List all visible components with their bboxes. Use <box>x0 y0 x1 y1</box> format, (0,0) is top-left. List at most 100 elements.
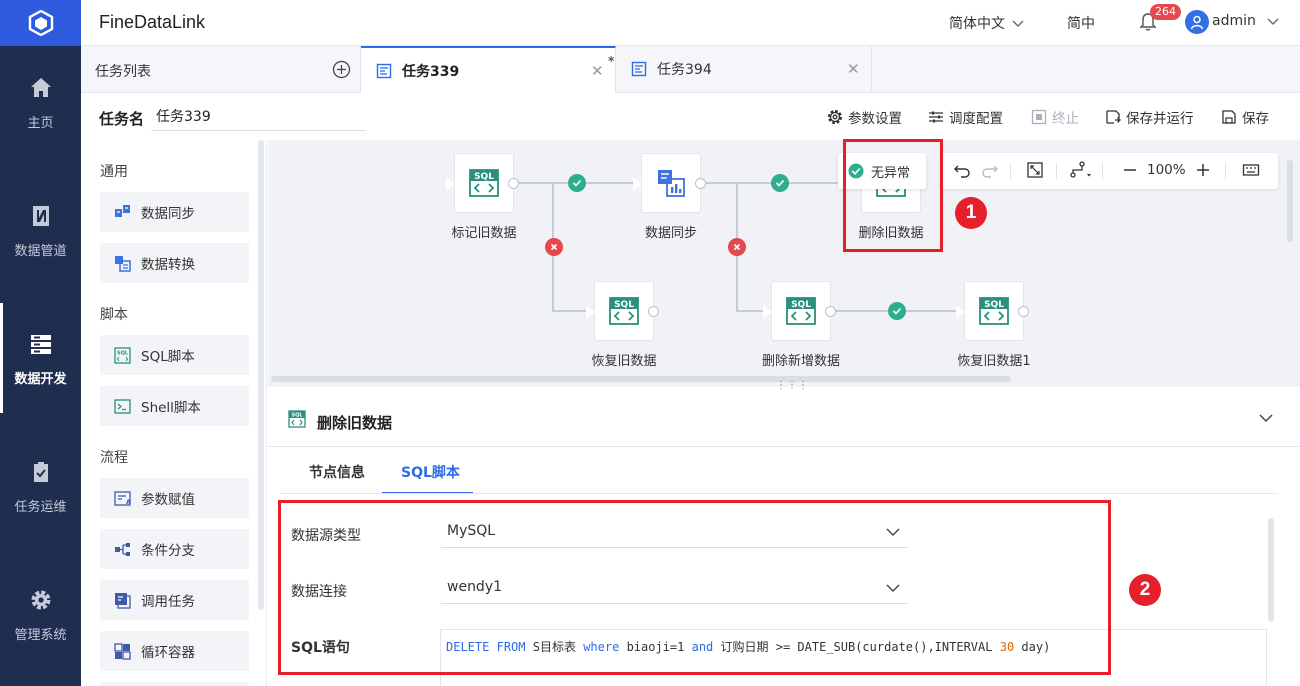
tab-task-339[interactable]: 任务339 ✕ * <box>361 46 616 93</box>
node-delete-new-data[interactable]: SQL <box>762 281 836 341</box>
param-assign-icon: A <box>113 489 131 507</box>
nav-item-ops[interactable]: 任务运维 <box>0 431 81 541</box>
output-port[interactable] <box>825 306 836 317</box>
node-data-sync[interactable] <box>632 153 706 213</box>
close-icon[interactable]: ✕ <box>847 60 860 78</box>
modified-indicator: * <box>608 54 615 68</box>
redo-icon <box>982 165 998 178</box>
palette-item-param-assign[interactable]: A 参数赋值 <box>100 478 249 518</box>
tab-sql-script[interactable]: SQL脚本 <box>382 462 473 494</box>
sql-icon: SQL <box>113 346 131 364</box>
node-restore-old-data[interactable]: SQL <box>585 281 659 341</box>
params-button[interactable]: 参数设置 <box>827 107 902 127</box>
minus-icon <box>1124 169 1136 171</box>
nav-item-pipeline[interactable]: 数据管道 <box>0 175 81 285</box>
save-run-button[interactable]: 保存并运行 <box>1105 107 1194 127</box>
redo-button[interactable] <box>981 161 999 179</box>
stop-button[interactable]: 终止 <box>1031 107 1079 127</box>
undo-button[interactable] <box>953 161 971 179</box>
palette-scrollbar[interactable] <box>258 140 264 610</box>
task-list-header: 任务列表 <box>81 46 361 92</box>
keyboard-button[interactable] <box>1242 161 1260 179</box>
toolbar-divider <box>1102 163 1103 179</box>
zoom-in-button[interactable] <box>1195 161 1211 179</box>
dev-icon <box>27 330 55 358</box>
palette-item-label: SQL脚本 <box>141 349 195 365</box>
settings-icon <box>827 109 843 125</box>
node-label: 删除新增数据 <box>761 354 840 369</box>
palette-item-data-transform[interactable]: 数据转换 <box>100 243 249 283</box>
svg-text:A: A <box>126 499 131 506</box>
resize-handle[interactable]: ⋮⋮⋮ <box>776 381 809 391</box>
nav-item-dev[interactable]: 数据开发 <box>0 303 81 413</box>
user-menu[interactable]: admin <box>1212 13 1280 29</box>
canvas-horizontal-scrollbar[interactable] <box>271 376 1011 382</box>
status-success-icon <box>568 174 586 192</box>
output-port[interactable] <box>695 178 706 189</box>
plus-icon <box>1197 164 1209 176</box>
node-mark-old-data[interactable]: SQL <box>445 153 519 213</box>
auto-layout-button[interactable] <box>1069 161 1093 179</box>
palette-item-data-sync[interactable]: 数据同步 <box>100 192 249 232</box>
user-icon <box>1190 15 1204 30</box>
toolbar-divider <box>1010 163 1011 179</box>
tab-node-info[interactable]: 节点信息 <box>309 462 365 494</box>
close-icon[interactable]: ✕ <box>591 62 604 80</box>
input-port[interactable] <box>762 305 772 319</box>
top-bar: FineDataLink 简体中文 简中 264 admin <box>81 0 1300 46</box>
palette-item-shell-script[interactable]: Shell脚本 <box>100 386 249 426</box>
input-port[interactable] <box>632 177 642 191</box>
annotation-marker-2: 2 <box>1129 574 1161 606</box>
palette-item-label: 循环容器 <box>141 645 195 661</box>
save-button[interactable]: 保存 <box>1221 107 1269 127</box>
input-port[interactable] <box>445 177 455 191</box>
fit-view-button[interactable] <box>1026 161 1044 179</box>
save-run-label: 保存并运行 <box>1126 111 1194 127</box>
canvas-vertical-scrollbar[interactable] <box>1287 160 1293 242</box>
svg-text:SQL: SQL <box>291 413 303 419</box>
logo-icon <box>28 10 53 36</box>
output-port[interactable] <box>508 178 519 189</box>
palette-item-label: 参数赋值 <box>141 492 195 508</box>
input-port[interactable] <box>955 305 965 319</box>
panel-divider <box>268 446 1300 447</box>
annotation-box-1 <box>843 139 943 252</box>
add-task-icon[interactable] <box>332 60 351 79</box>
output-port[interactable] <box>1018 306 1029 317</box>
tab-label: 任务339 <box>402 63 460 80</box>
output-port[interactable] <box>648 306 659 317</box>
palette-item-condition-branch[interactable]: 条件分支 <box>100 529 249 569</box>
tab-task-394[interactable]: 任务394 ✕ <box>616 46 872 92</box>
chevron-down-icon <box>1012 20 1024 27</box>
language-selector[interactable]: 简体中文 <box>949 13 1025 33</box>
schedule-button[interactable]: 调度配置 <box>928 107 1003 127</box>
status-fail-icon <box>545 238 563 256</box>
nav-item-admin[interactable]: 管理系统 <box>0 559 81 669</box>
palette-item-sql-script[interactable]: SQL SQL脚本 <box>100 335 249 375</box>
nav-item-home[interactable]: 主页 <box>0 47 81 157</box>
workflow-canvas[interactable]: SQL 标记旧数据 数据同步 SQL 删除旧数据 SQL 恢复旧数据 SQL 删… <box>268 140 1300 391</box>
simplified-toggle[interactable]: 简中 <box>1067 13 1095 33</box>
schedule-label: 调度配置 <box>949 111 1003 127</box>
tab-underline <box>280 493 1278 494</box>
gear-icon <box>27 586 55 614</box>
palette-item-call-task[interactable]: 调用任务 <box>100 580 249 620</box>
task-name-input[interactable] <box>151 101 366 131</box>
keyboard-icon <box>1242 164 1260 176</box>
panel-title: 删除旧数据 <box>317 414 393 432</box>
status-success-icon <box>888 302 906 320</box>
branch-icon <box>113 540 131 558</box>
app-logo[interactable] <box>0 0 81 46</box>
svg-text:SQL: SQL <box>791 300 811 310</box>
palette-group-title: 脚本 <box>100 307 128 323</box>
task-icon <box>376 63 392 78</box>
input-port[interactable] <box>585 305 595 319</box>
panel-scrollbar[interactable] <box>1268 518 1274 622</box>
node-restore-old-data-1[interactable]: SQL <box>955 281 1029 341</box>
chevron-down-icon[interactable] <box>1258 410 1274 426</box>
left-navigation: 主页 数据管道 数据开发 任务运维 管理系统 <box>0 0 81 686</box>
avatar[interactable] <box>1185 10 1209 34</box>
zoom-out-button[interactable] <box>1122 161 1138 179</box>
tab-label: 任务394 <box>657 62 712 78</box>
palette-item-loop-container[interactable]: 循环容器 <box>100 631 249 671</box>
